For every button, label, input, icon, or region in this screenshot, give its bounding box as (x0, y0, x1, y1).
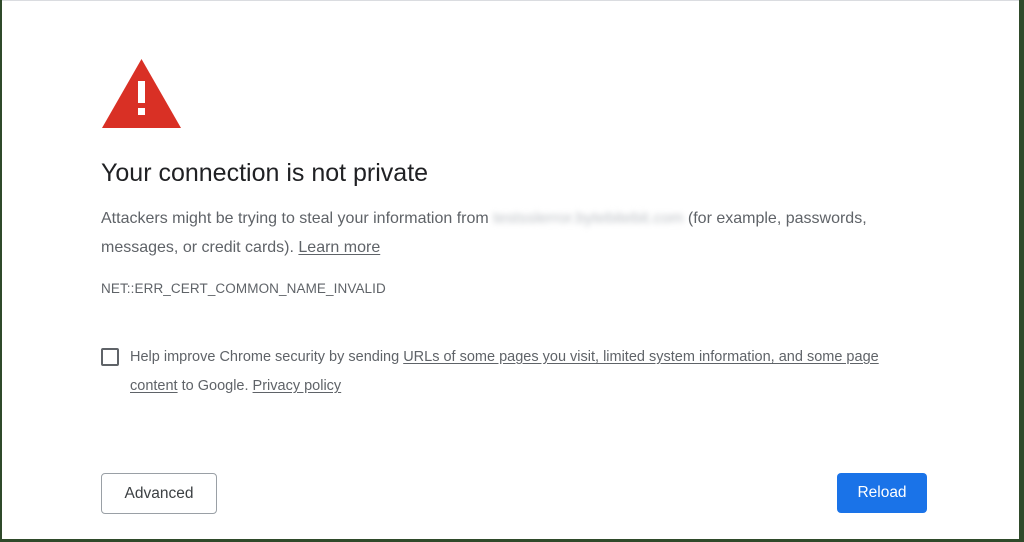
optin-text: Help improve Chrome security by sending … (130, 343, 910, 401)
explanation-text: Attackers might be trying to steal your … (101, 204, 881, 262)
warning-triangle-icon (102, 59, 181, 128)
blurred-hostname: testsslerror.bytebitebit.com (493, 210, 684, 227)
reload-button[interactable]: Reload (837, 473, 927, 513)
privacy-policy-link[interactable]: Privacy policy (253, 378, 342, 394)
error-code: NET::ERR_CERT_COMMON_NAME_INVALID (101, 281, 386, 296)
page-title: Your connection is not private (101, 159, 429, 187)
interstitial-page: Your connection is not private Attackers… (2, 0, 1019, 539)
optin-lead: Help improve Chrome security by sending (130, 349, 404, 365)
optin-checkbox[interactable] (101, 348, 119, 366)
optin-tail: to Google. (177, 378, 253, 394)
explanation-lead: Attackers might be trying to steal your … (101, 210, 494, 227)
learn-more-link[interactable]: Learn more (298, 239, 380, 256)
advanced-button[interactable]: Advanced (101, 473, 217, 514)
